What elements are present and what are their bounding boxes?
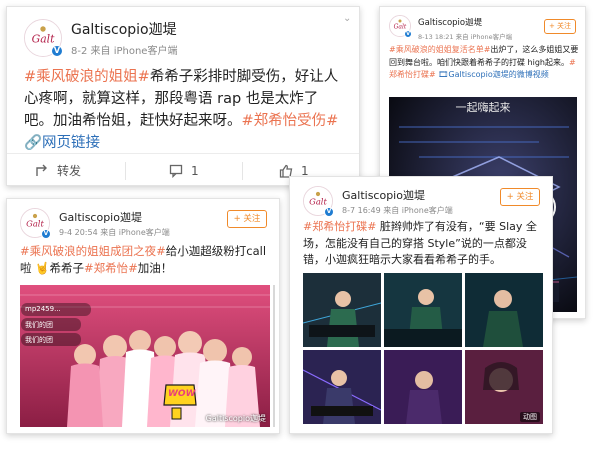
repost-icon [36,164,47,176]
username[interactable]: Galtiscopio迦堤 [418,16,482,28]
follow-button[interactable]: + 关注 [544,19,576,34]
image-thumbnail[interactable] [303,350,381,424]
post-meta: 8-2 来自 iPhone客户端 [71,46,178,57]
repost-label: 转发 [57,164,82,178]
comment-overlay: 我们的团 [25,336,53,344]
scrollbar[interactable] [273,285,275,427]
username[interactable]: Galtiscopio迦堤 [59,209,142,225]
verified-icon: V [324,207,334,217]
image-watermark: Galtiscopio迦堤 [205,414,266,423]
hashtag[interactable]: #郑希怡受伤# [242,113,339,129]
comment-overlay: mp2459... [25,305,61,313]
web-link[interactable]: 🔗网页链接 [24,135,100,151]
gif-badge: 动图 [520,412,540,422]
post-text: #乘风破浪的姐姐成团之夜#给小迦超级粉打call啦 🤘希希子#郑希怡#加油！ [20,243,270,277]
video-link[interactable]: 🎞Galtiscopio迦堤的微博视频 [438,70,549,79]
hashtag[interactable]: #乘风破浪的姐姐复活名单# [389,45,490,54]
post-meta: 8-13 18:21 来自 iPhone客户端 [418,33,513,41]
image-thumbnail[interactable] [303,273,381,347]
chevron-down-icon[interactable]: ⌄ [343,13,351,24]
hashtag[interactable]: #乘风破浪的姐姐成团之夜# [20,244,166,258]
svg-text:Galt: Galt [394,24,407,31]
svg-text:Galt: Galt [309,197,327,207]
post-image[interactable]: mp2459... 我们的团 我们的团 WOW Galtiscopio迦堤 [20,285,270,427]
image-thumbnail[interactable] [465,273,543,347]
post-meta: 8-7 16:49 来自 iPhone客户端 [342,206,453,215]
hashtag[interactable]: #郑希怡# [84,261,138,275]
post-card-4: Galt V Galtiscopio迦堤 8-7 16:49 来自 iPhone… [289,176,553,434]
image-thumbnail[interactable]: 动图 [465,350,543,424]
image-thumbnail[interactable] [384,273,462,347]
comment-overlay: 我们的团 [25,321,53,329]
svg-text:Galt: Galt [32,33,55,46]
repost-button[interactable]: 转发 [35,154,82,185]
post-text: #乘风破浪的姐姐#希希子彩排时脚受伤，好让人心疼啊，就算这样，那段粤语 rap … [24,66,346,154]
username[interactable]: Galtiscopio迦堤 [71,19,177,39]
verified-icon: V [404,30,412,38]
comment-icon [169,164,183,178]
sticker-text: WOW [168,389,196,399]
verified-icon: V [51,45,63,57]
username[interactable]: Galtiscopio迦堤 [342,187,425,203]
verified-icon: V [41,229,51,239]
post-card-1: Galt V Galtiscopio迦堤 8-2 来自 iPhone客户端 ⌄ … [6,6,360,186]
comment-count: 1 [191,163,199,178]
text-segment: 加油！ [137,261,173,275]
hashtag[interactable]: #郑希怡打碟# [303,220,376,233]
video-subtitle: 一起嗨起来 [455,101,511,114]
hashtag[interactable]: #乘风破浪的姐姐# [24,69,150,85]
svg-text:Galt: Galt [26,219,44,229]
image-thumbnail[interactable] [384,350,462,424]
follow-button[interactable]: + 关注 [227,210,267,228]
follow-button[interactable]: + 关注 [500,188,540,206]
comment-button[interactable]: 1 [169,154,199,185]
post-text: #乘风破浪的姐姐复活名单#出炉了，这么多姐姐又要回到舞台啦。咱们快跟着希希子的打… [389,44,581,82]
post-meta: 9-4 20:54 来自 iPhone客户端 [59,228,170,237]
divider [125,162,126,180]
post-text: #郑希怡打碟# 脏辫帅炸了有没有，“要 Slay 全场，怎能没有自己的穿搭 St… [303,219,543,269]
divider [242,162,243,180]
post-card-3: Galt V Galtiscopio迦堤 9-4 20:54 来自 iPhone… [6,198,280,434]
